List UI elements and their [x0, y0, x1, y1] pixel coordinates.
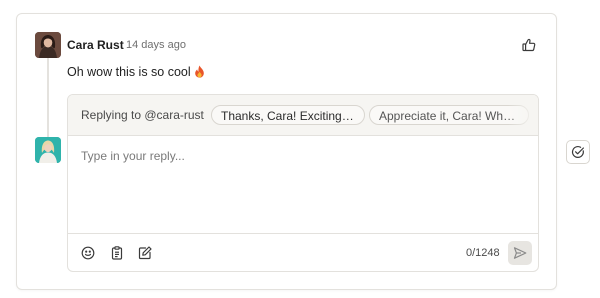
replying-to-label: Replying to @cara-rust — [81, 108, 204, 122]
emoji-icon[interactable] — [80, 245, 96, 261]
comment-text: Oh wow this is so cool — [67, 65, 191, 79]
suggestions-fade — [508, 95, 538, 135]
user-avatar — [35, 137, 61, 163]
thread-line — [47, 57, 49, 137]
reply-input[interactable] — [68, 136, 538, 233]
reply-toolbar: 0/1248 — [68, 233, 538, 271]
reply-header: Replying to @cara-rust Thanks, Cara! Exc… — [68, 95, 538, 136]
thumbs-up-icon[interactable] — [521, 37, 537, 53]
edit-icon[interactable] — [137, 245, 153, 261]
resolve-button[interactable] — [566, 140, 590, 164]
comment-timestamp: 14 days ago — [126, 39, 186, 51]
flame-icon — [194, 65, 205, 78]
author-avatar[interactable] — [35, 32, 61, 58]
check-circle-icon — [571, 145, 585, 159]
suggestion-chip[interactable]: Appreciate it, Cara! What... — [369, 105, 529, 125]
send-button[interactable] — [508, 241, 532, 265]
comment-body: Oh wow this is so cool — [67, 65, 205, 79]
send-icon — [513, 246, 527, 260]
clipboard-icon[interactable] — [109, 245, 125, 261]
author-name[interactable]: Cara Rust — [67, 38, 124, 52]
reply-box: Replying to @cara-rust Thanks, Cara! Exc… — [67, 94, 539, 272]
suggestion-chip[interactable]: Thanks, Cara! Exciting, r... — [211, 105, 365, 125]
character-counter: 0/1248 — [466, 247, 500, 259]
